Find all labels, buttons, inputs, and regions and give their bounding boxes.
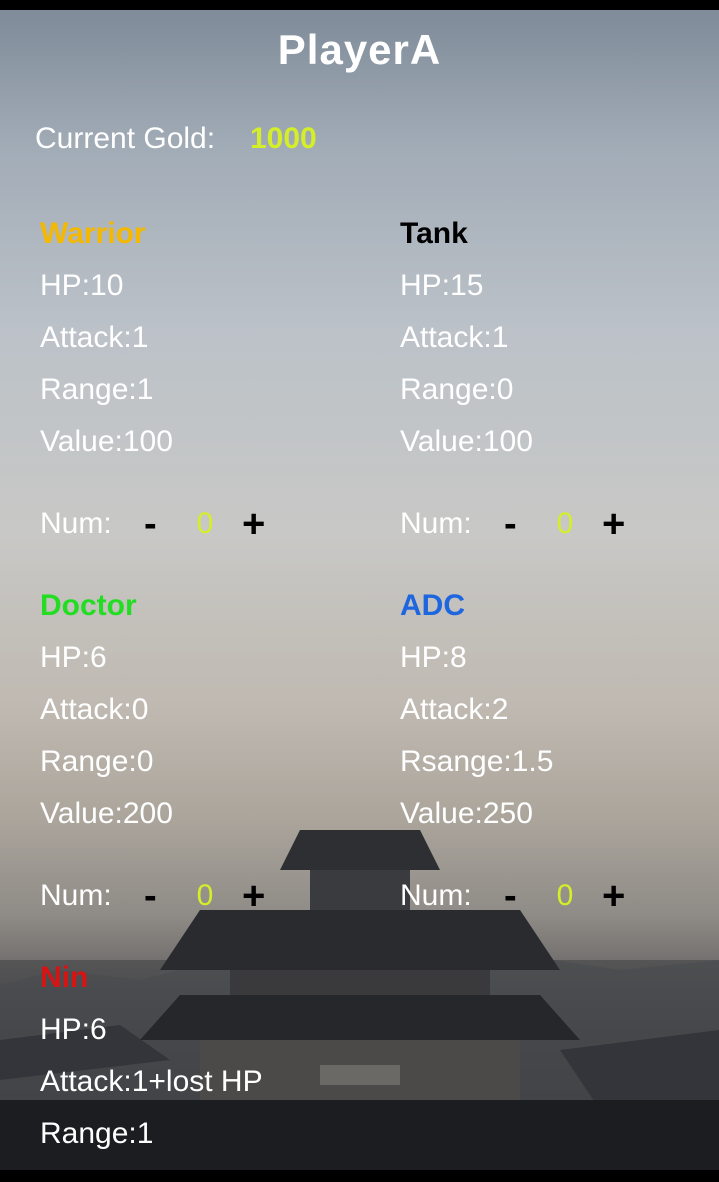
doctor-count: 0 <box>196 879 214 912</box>
current-gold-value: 1000 <box>250 122 317 155</box>
warrior-num-row: Num: - 0 + <box>40 494 340 554</box>
unit-range: Range:0 <box>400 373 514 406</box>
unit-card-nin: Nin HP:6 Attack:1+lost HP Range:1 <box>40 952 340 1160</box>
decrease-adc-button[interactable]: - <box>504 866 517 926</box>
unit-attack: Attack:2 <box>400 693 509 726</box>
unit-hp: HP:15 <box>400 269 484 302</box>
warrior-count: 0 <box>196 507 214 540</box>
decrease-warrior-button[interactable]: - <box>144 494 157 554</box>
unit-hp: HP:6 <box>40 641 107 674</box>
unit-hp: HP:6 <box>40 1013 107 1046</box>
unit-range: Range:1 <box>40 1117 154 1150</box>
unit-range: Range:1 <box>40 373 154 406</box>
status-bar-edge <box>0 0 719 10</box>
tank-count: 0 <box>556 507 574 540</box>
shop-screen: PlayerA Current Gold: 1000 Warrior HP:10… <box>0 10 719 1170</box>
num-label: Num: <box>40 507 112 540</box>
increase-doctor-button[interactable]: + <box>242 866 265 926</box>
num-label: Num: <box>40 879 112 912</box>
decrease-doctor-button[interactable]: - <box>144 866 157 926</box>
unit-range: Rsange:1.5 <box>400 745 554 778</box>
unit-name: Nin <box>40 961 89 994</box>
navigation-bar-edge <box>0 1170 719 1182</box>
unit-name: Warrior <box>40 217 146 250</box>
unit-value: Value:200 <box>40 797 173 830</box>
unit-value: Value:100 <box>40 425 173 458</box>
tank-num-row: Num: - 0 + <box>400 494 700 554</box>
unit-range: Range:0 <box>40 745 154 778</box>
unit-attack: Attack:1 <box>400 321 509 354</box>
unit-card-tank: Tank HP:15 Attack:1 Range:0 Value:100 <box>400 208 700 468</box>
decrease-tank-button[interactable]: - <box>504 494 517 554</box>
unit-attack: Attack:0 <box>40 693 149 726</box>
num-label: Num: <box>400 879 472 912</box>
unit-attack: Attack:1 <box>40 321 149 354</box>
increase-tank-button[interactable]: + <box>602 494 625 554</box>
unit-hp: HP:10 <box>40 269 124 302</box>
unit-hp: HP:8 <box>400 641 467 674</box>
unit-value: Value:250 <box>400 797 533 830</box>
adc-count: 0 <box>556 879 574 912</box>
num-label: Num: <box>400 507 472 540</box>
increase-adc-button[interactable]: + <box>602 866 625 926</box>
unit-value: Value:100 <box>400 425 533 458</box>
increase-warrior-button[interactable]: + <box>242 494 265 554</box>
unit-card-adc: ADC HP:8 Attack:2 Rsange:1.5 Value:250 <box>400 580 700 840</box>
player-title: PlayerA <box>277 26 442 73</box>
current-gold-label: Current Gold: <box>35 122 216 155</box>
unit-card-warrior: Warrior HP:10 Attack:1 Range:1 Value:100 <box>40 208 340 468</box>
unit-name: Tank <box>400 217 468 250</box>
unit-name: Doctor <box>40 589 137 622</box>
unit-attack: Attack:1+lost HP <box>40 1065 263 1098</box>
adc-num-row: Num: - 0 + <box>400 866 700 926</box>
doctor-num-row: Num: - 0 + <box>40 866 340 926</box>
unit-card-doctor: Doctor HP:6 Attack:0 Range:0 Value:200 <box>40 580 340 840</box>
unit-name: ADC <box>400 589 465 622</box>
